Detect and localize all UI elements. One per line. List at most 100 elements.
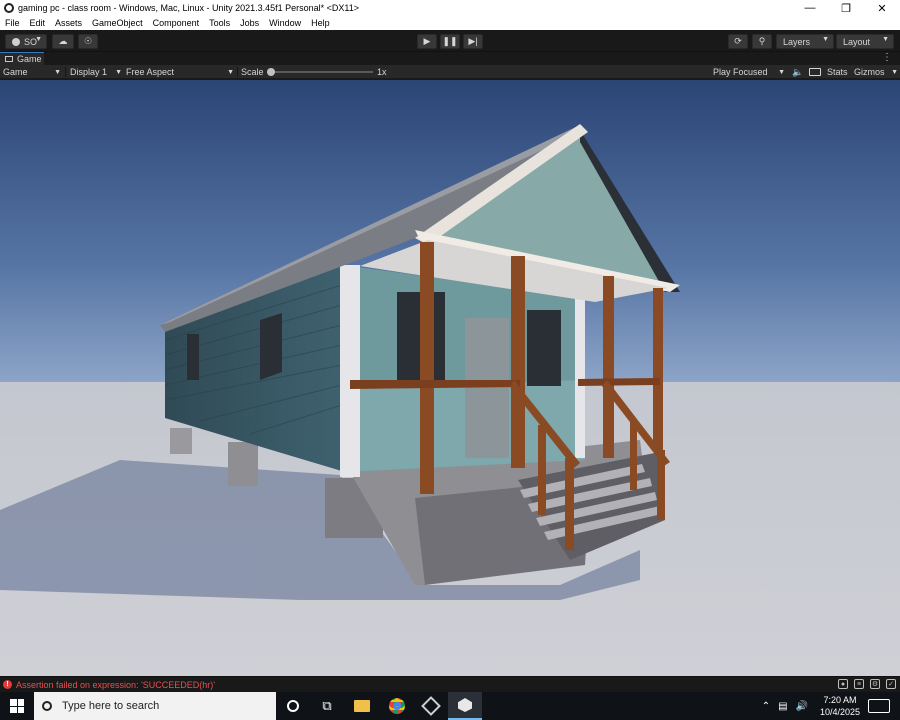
chrome-button[interactable] xyxy=(380,692,414,720)
collab-status-icon[interactable]: ⚙ xyxy=(870,679,880,689)
game-icon xyxy=(5,56,13,62)
task-view-button[interactable]: ⧉ xyxy=(310,692,344,720)
menu-component[interactable]: Component xyxy=(153,18,200,28)
cloud-icon: ☁ xyxy=(58,36,68,46)
tab-game[interactable]: Game xyxy=(0,52,44,65)
cortana-button[interactable] xyxy=(276,692,310,720)
history-button[interactable]: ⟳ xyxy=(728,34,748,49)
error-icon: ! xyxy=(3,680,12,689)
gizmos-dropdown[interactable]: Gizmos ▼ xyxy=(854,65,898,79)
progress-icon[interactable]: ≡ xyxy=(854,679,864,689)
search-button[interactable]: ⚲ xyxy=(752,34,772,49)
unity-editor-button[interactable] xyxy=(448,692,482,720)
layers-label: Layers xyxy=(783,36,811,47)
gizmos-label: Gizmos xyxy=(854,67,885,77)
keyboard-shortcuts-button[interactable] xyxy=(809,65,821,79)
chevron-up-icon[interactable]: ⌃ xyxy=(762,701,770,712)
taskbar-search[interactable]: Type here to search xyxy=(34,692,276,720)
title-bar: gaming pc - class room - Windows, Mac, L… xyxy=(0,0,900,16)
chevron-down-icon: ▼ xyxy=(891,68,898,76)
speaker-icon: 🔈 xyxy=(792,66,804,77)
cloud-button[interactable]: ☁ xyxy=(52,34,74,49)
layers-dropdown[interactable]: Layers ▼ xyxy=(776,34,834,49)
menu-gameobject[interactable]: GameObject xyxy=(92,18,143,28)
keyboard-icon xyxy=(809,68,821,76)
game-mode-dropdown[interactable]: Game ▼ xyxy=(3,65,61,79)
mute-audio-button[interactable]: 🔈 xyxy=(792,65,803,79)
more-options-icon[interactable]: ⋮ xyxy=(882,52,892,63)
main-toolbar: SO ▼ ☁ ☉ ▶ ❚❚ ▶| ⟳ ⚲ Layers ▼ Layout ▼ xyxy=(0,31,900,52)
search-icon xyxy=(42,701,52,711)
debug-icon[interactable]: ● xyxy=(838,679,848,689)
stilt xyxy=(228,442,258,486)
status-bar: ! Assertion failed on expression: 'SUCCE… xyxy=(0,676,900,692)
step-icon: ▶| xyxy=(468,36,478,46)
menu-bar: File Edit Assets GameObject Component To… xyxy=(0,16,900,30)
porch-post xyxy=(603,276,614,458)
volume-icon[interactable]: 🔊 xyxy=(796,701,808,712)
minimize-icon[interactable]: — xyxy=(792,0,828,16)
windows-logo-icon xyxy=(10,699,24,713)
status-icons: ● ≡ ⚙ ✓ xyxy=(838,679,896,689)
play-button[interactable]: ▶ xyxy=(417,34,437,49)
restore-icon[interactable]: ❐ xyxy=(828,0,864,16)
account-dropdown[interactable]: SO ▼ xyxy=(5,34,47,49)
game-render xyxy=(0,80,900,676)
menu-edit[interactable]: Edit xyxy=(30,18,46,28)
clock-date: 10/4/2025 xyxy=(819,707,861,717)
clock[interactable]: 7:20 AM 10/4/2025 xyxy=(818,694,862,718)
game-view-toolbar: Game ▼ Display 1 ▼ Free Aspect ▼ Scale 1… xyxy=(0,65,900,79)
file-explorer-button[interactable] xyxy=(345,692,379,720)
folder-icon xyxy=(354,700,370,712)
task-view-icon: ⧉ xyxy=(322,698,332,713)
chevron-down-icon: ▼ xyxy=(882,36,889,43)
chevron-down-icon: ▼ xyxy=(115,68,122,76)
porch-post xyxy=(653,288,663,450)
clock-time: 7:20 AM xyxy=(823,695,857,705)
pause-button[interactable]: ❚❚ xyxy=(440,34,460,49)
menu-file[interactable]: File xyxy=(5,18,20,28)
unity-icon xyxy=(458,698,472,712)
menu-help[interactable]: Help xyxy=(311,18,330,28)
chevron-down-icon: ▼ xyxy=(778,68,785,76)
menu-assets[interactable]: Assets xyxy=(55,18,82,28)
layout-dropdown[interactable]: Layout ▼ xyxy=(836,34,894,49)
taskbar: Type here to search ⧉ ⌃ ▤ 🔊 7:20 AM 10/4… xyxy=(0,692,900,720)
menu-window[interactable]: Window xyxy=(269,18,301,28)
divider xyxy=(65,67,66,77)
menu-tools[interactable]: Tools xyxy=(209,18,230,28)
game-mode-label: Game xyxy=(3,67,28,77)
stats-button[interactable]: Stats xyxy=(827,65,848,79)
baluster xyxy=(565,458,574,550)
corner-trim xyxy=(575,298,585,458)
chrome-icon xyxy=(389,698,405,714)
front-window xyxy=(527,310,561,386)
search-placeholder: Type here to search xyxy=(62,700,160,712)
play-mode-label: Play Focused xyxy=(713,67,768,77)
console-error-message[interactable]: Assertion failed on expression: 'SUCCEED… xyxy=(16,680,215,690)
network-icon[interactable]: ▤ xyxy=(778,701,787,712)
divider xyxy=(237,67,238,77)
collab-button[interactable]: ☉ xyxy=(78,34,98,49)
layout-label: Layout xyxy=(843,36,871,47)
scale-slider-track[interactable] xyxy=(270,71,373,73)
chevron-down-icon: ▼ xyxy=(54,68,61,76)
notifications-icon[interactable] xyxy=(868,699,890,713)
front-trim xyxy=(340,265,360,477)
aspect-dropdown[interactable]: Free Aspect ▼ xyxy=(126,65,234,79)
unity-hub-button[interactable] xyxy=(414,692,448,720)
display-label: Display 1 xyxy=(70,67,108,77)
display-dropdown[interactable]: Display 1 ▼ xyxy=(70,65,122,79)
menu-jobs[interactable]: Jobs xyxy=(240,18,259,28)
step-button[interactable]: ▶| xyxy=(463,34,483,49)
front-door xyxy=(465,318,509,458)
game-viewport[interactable] xyxy=(0,80,900,676)
close-icon[interactable]: ✕ xyxy=(864,0,900,16)
cache-server-icon[interactable]: ✓ xyxy=(886,679,896,689)
scale-slider-thumb[interactable] xyxy=(267,68,275,76)
railing xyxy=(578,378,660,386)
start-button[interactable] xyxy=(0,692,34,720)
scale-value: 1x xyxy=(377,67,387,77)
cortana-icon xyxy=(287,700,299,712)
play-mode-dropdown[interactable]: Play Focused ▼ xyxy=(713,65,785,79)
